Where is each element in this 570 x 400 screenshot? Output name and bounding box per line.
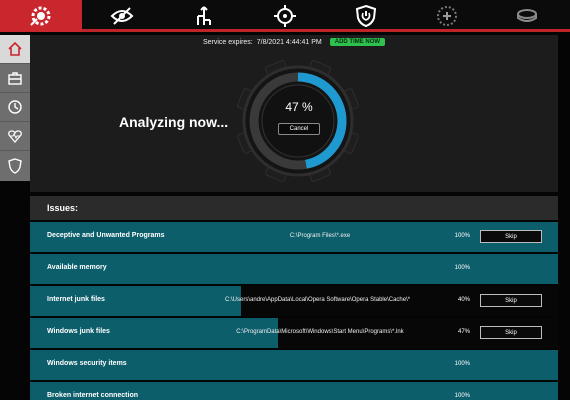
issue-row: Available memory 100% <box>30 254 558 284</box>
skip-button[interactable]: Skip <box>480 294 542 307</box>
issue-name: Windows junk files <box>47 328 110 335</box>
issue-row: Broken internet connection 100% <box>30 382 558 400</box>
speed-button[interactable] <box>514 3 540 29</box>
expiry-label: Service expires: <box>202 38 253 46</box>
scroll-gutter <box>558 196 570 400</box>
skip-button[interactable]: Skip <box>480 326 542 339</box>
issue-name: Deceptive and Unwanted Programs <box>47 232 165 239</box>
briefcase-icon <box>8 72 22 85</box>
top-nav-bar <box>0 0 570 32</box>
issue-path: C:\ProgramData\Microsoft\Windows\Start M… <box>236 329 404 335</box>
issue-name: Broken internet connection <box>47 392 139 399</box>
scan-status-text: Analyzing now... <box>119 114 229 130</box>
issue-percent: 47% <box>457 329 470 335</box>
home-icon <box>8 41 22 56</box>
scan-percent: 47 % <box>285 100 313 114</box>
issue-row: Windows junk files C:\ProgramData\Microso… <box>30 318 558 348</box>
issue-percent: 100% <box>454 233 470 239</box>
privacy-button[interactable] <box>109 3 135 29</box>
app-logo-icon <box>30 6 51 26</box>
crosshair-target-icon <box>274 5 296 27</box>
expiry-date: 7/8/2021 4:44:41 PM <box>256 38 322 46</box>
issues-title: Issues: <box>47 203 79 213</box>
network-icon <box>197 6 211 25</box>
controller-icon <box>437 6 457 26</box>
sidebar-item-health[interactable] <box>0 122 30 151</box>
sidebar-item-home[interactable] <box>0 35 30 64</box>
issue-path: C:\Program Files\*.exe <box>289 233 351 239</box>
issue-percent: 100% <box>454 393 470 399</box>
skip-button[interactable]: Skip <box>480 230 542 243</box>
issue-row: Internet junk files C:\Users\andre\AppDat… <box>30 286 558 316</box>
sidebar-item-schedule[interactable] <box>0 93 30 122</box>
sidebar-item-tools[interactable] <box>0 64 30 93</box>
add-time-button[interactable]: ADD TIME NOW <box>329 38 386 46</box>
protection-button[interactable] <box>353 3 379 29</box>
issue-name: Available memory <box>47 264 107 271</box>
issue-percent: 100% <box>454 361 470 367</box>
cancel-scan-button[interactable]: Cancel <box>278 123 320 135</box>
network-button[interactable] <box>191 3 217 29</box>
issue-percent: 40% <box>457 297 470 303</box>
service-expiry-strip: Service expires: 7/8/2021 4:44:41 PM ADD… <box>30 35 558 49</box>
heart-pulse-icon <box>8 130 22 143</box>
target-button[interactable] <box>272 3 298 29</box>
clock-icon <box>8 100 22 114</box>
eye-off-icon <box>110 7 134 25</box>
app-logo[interactable] <box>0 0 82 32</box>
issue-path: C:\Users\andre\AppData\Local\Opera Softw… <box>225 297 411 303</box>
left-sidebar <box>0 35 30 181</box>
issue-percent: 100% <box>454 265 470 271</box>
issues-header: Issues: <box>30 196 558 220</box>
progress-gauge <box>237 60 359 182</box>
shield-icon <box>8 157 22 174</box>
sidebar-item-security[interactable] <box>0 151 30 180</box>
puck-icon <box>517 9 537 22</box>
issue-name: Windows security items <box>47 360 127 367</box>
issue-name: Internet junk files <box>47 296 105 303</box>
power-shield-icon <box>355 4 377 28</box>
gauge-inner-ring <box>261 84 335 158</box>
issue-row: Deceptive and Unwanted Programs C:\Progra… <box>30 222 558 252</box>
games-button[interactable] <box>434 3 460 29</box>
issue-row: Windows security items 100% <box>30 350 558 380</box>
